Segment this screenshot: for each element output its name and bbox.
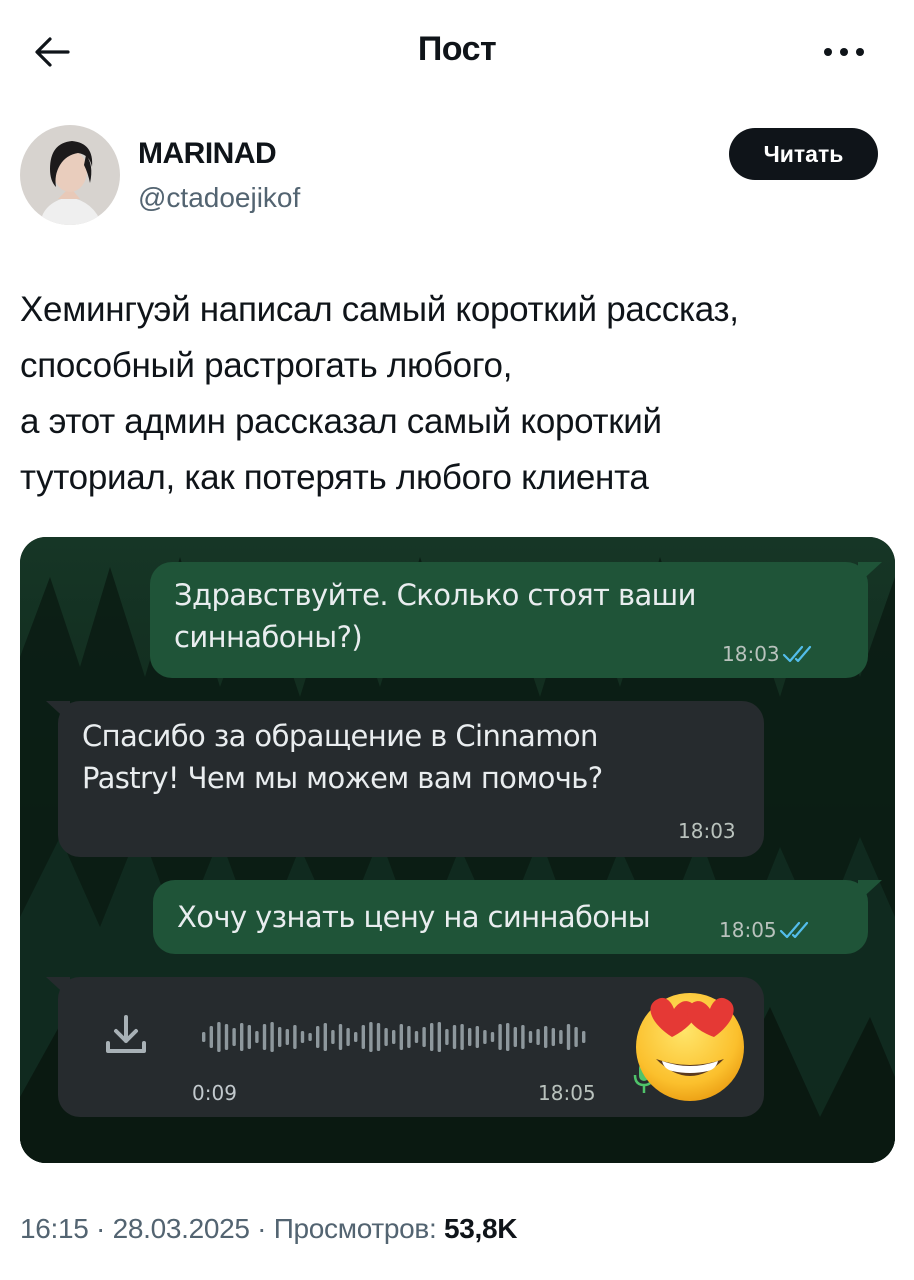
bubble-tail-incoming <box>46 701 70 723</box>
message-time: 18:05 <box>538 1081 596 1105</box>
separator: · <box>88 1213 113 1244</box>
chat-message-incoming[interactable]: Спасибо за обращение в Cinnamon Pastry! … <box>58 701 764 857</box>
attached-chat-screenshot[interactable]: Здравствуйте. Сколько стоят ваши синнабо… <box>20 537 895 1163</box>
message-text: Спасибо за обращение в Cinnamon <box>82 719 598 753</box>
tweet-meta: 16:15 · 28.03.2025 · Просмотров: 53,8K <box>20 1213 517 1245</box>
views-count[interactable]: 53,8K <box>444 1213 518 1244</box>
message-text: синнабоны?) <box>174 620 363 654</box>
views-label: Просмотров: <box>273 1213 444 1244</box>
bubble-tail-outgoing <box>858 562 882 584</box>
download-icon[interactable] <box>104 1013 148 1057</box>
chat-message-outgoing[interactable]: Здравствуйте. Сколько стоят ваши синнабо… <box>150 562 868 678</box>
tweet-text-line: туториал, как потерять любого клиента <box>20 458 649 497</box>
more-horizontal-icon <box>824 48 864 56</box>
author-avatar[interactable] <box>20 125 120 225</box>
heart-eyes-emoji-icon <box>636 993 744 1101</box>
message-text: Хочу узнать цену на синнабоны <box>177 900 651 934</box>
tweet-text-line: способный растрогать любого, <box>20 346 513 385</box>
page-title: Пост <box>417 30 497 68</box>
separator: · <box>249 1213 274 1244</box>
message-time: 18:03 <box>722 642 780 666</box>
author-display-name[interactable]: MARINAD <box>138 137 277 171</box>
voice-waveform[interactable] <box>198 1017 598 1057</box>
voice-duration: 0:09 <box>192 1081 237 1105</box>
tweet-text: Хемингуэй написал самый короткий рассказ… <box>20 282 890 506</box>
post-date: 28.03.2025 <box>112 1213 250 1244</box>
message-text: Здравствуйте. Сколько стоят ваши <box>174 578 696 612</box>
message-time: 18:03 <box>678 819 736 843</box>
bubble-tail-incoming <box>46 977 70 999</box>
post-time: 16:15 <box>20 1213 89 1244</box>
bubble-tail-outgoing <box>858 880 882 902</box>
follow-button[interactable]: Читать <box>729 128 878 180</box>
read-ticks-icon <box>782 645 812 663</box>
message-text: Pastry! Чем мы можем вам помочь? <box>82 761 603 795</box>
more-options-button[interactable] <box>818 32 870 72</box>
message-time: 18:05 <box>719 918 777 942</box>
author-handle[interactable]: @ctadoejikof <box>138 182 300 214</box>
read-ticks-icon <box>779 921 809 939</box>
chat-message-outgoing[interactable]: Хочу узнать цену на синнабоны 18:05 <box>153 880 868 954</box>
tweet-text-line: Хемингуэй написал самый короткий рассказ… <box>20 290 739 329</box>
tweet-text-line: а этот админ рассказал самый короткий <box>20 402 662 441</box>
top-bar: Пост <box>0 0 914 104</box>
user-avatar <box>20 125 120 225</box>
